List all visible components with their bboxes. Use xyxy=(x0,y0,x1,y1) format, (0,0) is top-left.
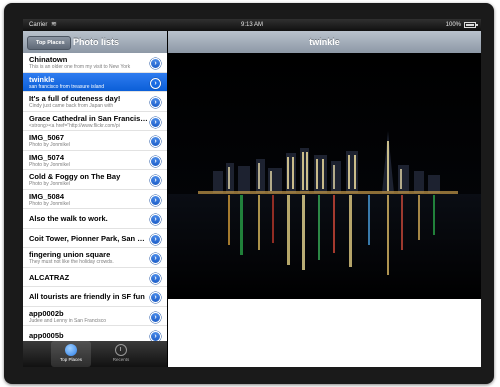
list-item[interactable]: Chinatown This is an older one from my vi… xyxy=(23,53,167,73)
disclosure-arrow-icon[interactable]: › xyxy=(150,97,161,108)
list-item-title: Also the walk to work. xyxy=(29,214,108,223)
disclosure-arrow-icon[interactable]: › xyxy=(150,58,161,69)
list-item-title: Grace Cathedral in San Francisco xyxy=(29,113,149,123)
photo-list[interactable]: Chinatown This is an older one from my vi… xyxy=(23,53,167,341)
list-item-subtitle: They must not like the holiday crowds. xyxy=(29,259,114,265)
detail-empty-area xyxy=(168,299,481,367)
disclosure-arrow-icon[interactable]: › xyxy=(150,136,161,147)
list-item-subtitle: Photo by Jonmikel xyxy=(29,161,70,168)
status-bar: Carrier ≋ 9:13 AM 100% xyxy=(23,19,481,31)
tab-label: Recents xyxy=(112,357,130,362)
list-item-title: IMG_5067 xyxy=(29,133,65,142)
list-item-subtitle: This is an older one from my visit to Ne… xyxy=(29,64,131,70)
night-skyline-photo xyxy=(168,53,481,299)
disclosure-arrow-icon[interactable]: › xyxy=(150,233,161,245)
ipad-frame: Carrier ≋ 9:13 AM 100% Top Places Photo … xyxy=(4,3,494,384)
list-item-title: fingering union square xyxy=(29,250,111,259)
list-item-title: Cold & Foggy on The Bay xyxy=(29,172,121,181)
master-title: Photo lists xyxy=(73,37,120,47)
list-item-title: IMG_5084 xyxy=(29,191,65,201)
list-item-title: Coit Tower, Pionner Park, San Francisco xyxy=(29,233,149,243)
disclosure-arrow-icon[interactable]: › xyxy=(150,214,161,225)
list-item-title: ALCATRAZ xyxy=(29,272,70,282)
list-item[interactable]: twinkle san francisco from treasure islan… xyxy=(23,72,167,92)
list-item-title: All tourists are friendly in SF fun xyxy=(29,292,145,301)
list-item[interactable]: Also the walk to work. › xyxy=(23,209,167,229)
disclosure-arrow-icon[interactable]: › xyxy=(150,253,161,264)
list-item[interactable]: It's a full of cuteness day! Cindy just c… xyxy=(23,92,167,112)
list-item-title: IMG_5074 xyxy=(29,152,65,162)
disclosure-arrow-icon[interactable]: › xyxy=(150,292,161,303)
disclosure-arrow-icon[interactable]: › xyxy=(150,175,161,186)
list-item-subtitle: Cindy just came back from Japan with xyxy=(29,103,114,109)
list-item-title: twinkle xyxy=(29,74,55,84)
list-item[interactable]: ALCATRAZ › xyxy=(23,267,167,287)
list-item-title: It's a full of cuteness day! xyxy=(29,94,121,103)
disclosure-arrow-icon[interactable]: › xyxy=(150,155,161,167)
list-item[interactable]: app0005b › xyxy=(23,326,167,341)
list-item[interactable]: IMG_5074 Photo by Jonmikel › xyxy=(23,150,167,170)
tab-bar: Top Places Recents xyxy=(23,341,167,367)
list-item-title: app0005b xyxy=(29,331,64,340)
battery-icon xyxy=(464,22,478,28)
disclosure-arrow-icon[interactable]: › xyxy=(150,272,161,284)
list-item[interactable]: Cold & Foggy on The Bay Photo by Jonmikel… xyxy=(23,170,167,190)
tab-label: Top Places xyxy=(59,357,82,362)
disclosure-arrow-icon[interactable]: › xyxy=(150,194,161,206)
list-item-subtitle: san francisco from treasure island xyxy=(29,83,105,90)
list-item-title: app0002b xyxy=(29,308,64,318)
master-nav-bar: Top Places Photo lists xyxy=(23,31,167,54)
disclosure-arrow-icon[interactable]: › xyxy=(150,116,161,128)
list-item-subtitle: Photo by Jonmikel xyxy=(29,200,70,207)
list-item-subtitle: Photo by Jonmikel xyxy=(29,181,70,187)
list-item[interactable]: Grace Cathedral in San Francisco <strong>… xyxy=(23,111,167,131)
top-places-icon xyxy=(65,344,77,356)
tab-top-places[interactable]: Top Places xyxy=(51,341,91,367)
detail-title: twinkle xyxy=(309,37,340,47)
battery-percent: 100% xyxy=(445,22,461,28)
disclosure-arrow-icon[interactable]: › xyxy=(150,331,161,341)
list-item[interactable]: app0002b Judee and Lenny in San Francisco… xyxy=(23,306,167,326)
list-item[interactable]: fingering union square They must not like… xyxy=(23,248,167,268)
detail-nav-bar: twinkle xyxy=(168,31,481,54)
disclosure-arrow-icon[interactable]: › xyxy=(150,311,161,323)
detail-pane: twinkle xyxy=(168,31,481,367)
screen: Carrier ≋ 9:13 AM 100% Top Places Photo … xyxy=(23,19,481,367)
clock-icon xyxy=(115,344,127,356)
clock-time: 9:13 AM xyxy=(240,22,263,28)
list-item-subtitle: Photo by Jonmikel xyxy=(29,142,70,148)
back-button-top-places[interactable]: Top Places xyxy=(27,36,71,50)
list-item[interactable]: All tourists are friendly in SF fun › xyxy=(23,287,167,307)
list-item[interactable]: IMG_5084 Photo by Jonmikel › xyxy=(23,189,167,209)
list-item[interactable]: IMG_5067 Photo by Jonmikel › xyxy=(23,131,167,151)
disclosure-arrow-icon[interactable]: › xyxy=(150,77,161,89)
photo-view[interactable] xyxy=(168,53,481,299)
master-pane: Top Places Photo lists Chinatown This is … xyxy=(23,31,167,367)
tab-recents[interactable]: Recents xyxy=(101,341,141,367)
list-item[interactable]: Coit Tower, Pionner Park, San Francisco› xyxy=(23,228,167,248)
list-item-title: Chinatown xyxy=(29,55,68,64)
list-item-subtitle: Judee and Lenny in San Francisco xyxy=(29,317,106,324)
list-item-subtitle: <strong><a href="http://www.flickr.com/p… xyxy=(29,122,120,129)
